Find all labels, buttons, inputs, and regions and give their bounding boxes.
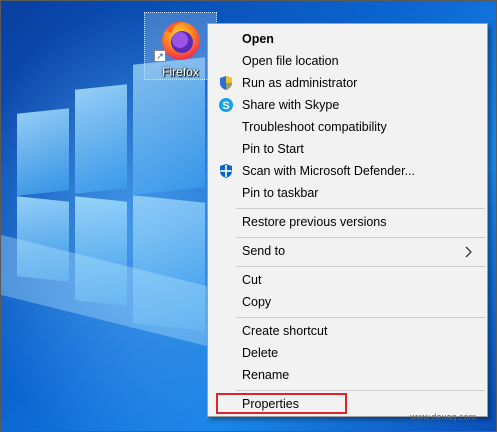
defender-icon [220,164,232,178]
wallpaper-pane-top-right [75,84,127,194]
menu-item-run-as-administrator[interactable]: Run as administrator [208,72,487,94]
menu-item-label: Restore previous versions [242,215,387,229]
watermark-text: www.deuaq.com [410,412,477,422]
wallpaper-pane-top-left [17,108,69,196]
menu-separator [236,208,485,209]
menu-item-label: Rename [242,368,290,382]
menu-item-open-file-location[interactable]: Open file location [208,50,487,72]
menu-item-label: Delete [242,346,279,360]
menu-item-label: Pin to taskbar [242,186,319,200]
menu-item-pin-to-start[interactable]: Pin to Start [208,138,487,160]
menu-item-label: Scan with Microsoft Defender... [242,164,415,178]
menu-item-open[interactable]: Open [208,28,487,50]
menu-item-troubleshoot-compatibility[interactable]: Troubleshoot compatibility [208,116,487,138]
svg-text:S: S [222,100,229,112]
menu-item-send-to[interactable]: Send to [208,240,487,262]
menu-item-label: Troubleshoot compatibility [242,120,387,134]
menu-item-label: Open [242,32,274,46]
menu-item-share-with-skype[interactable]: S Share with Skype [208,94,487,116]
menu-item-label: Pin to Start [242,142,304,156]
menu-item-copy[interactable]: Copy [208,291,487,313]
menu-separator [236,237,485,238]
menu-item-label: Cut [242,273,262,287]
menu-item-label: Create shortcut [242,324,328,338]
menu-item-create-shortcut[interactable]: Create shortcut [208,320,487,342]
menu-item-label: Share with Skype [242,98,340,112]
context-menu: Open Open file location Run as administr… [207,23,488,417]
menu-item-rename[interactable]: Rename [208,364,487,386]
chevron-right-icon [465,246,472,258]
menu-item-label: Open file location [242,54,339,68]
menu-item-scan-with-defender[interactable]: Scan with Microsoft Defender... [208,160,487,182]
menu-item-delete[interactable]: Delete [208,342,487,364]
skype-icon: S [219,98,233,112]
desktop-shortcut-label: Firefox [162,65,199,79]
menu-item-label: Copy [242,295,272,309]
menu-separator [236,390,485,391]
menu-item-restore-previous-versions[interactable]: Restore previous versions [208,211,487,233]
properties-highlight-box [216,393,347,414]
shortcut-arrow-icon: ↗ [154,50,166,62]
menu-item-label: Send to [242,244,286,258]
menu-separator [236,317,485,318]
menu-item-cut[interactable]: Cut [208,269,487,291]
menu-item-label: Run as administrator [242,76,358,90]
uac-shield-icon [220,76,232,90]
menu-item-pin-to-taskbar[interactable]: Pin to taskbar [208,182,487,204]
menu-separator [236,266,485,267]
